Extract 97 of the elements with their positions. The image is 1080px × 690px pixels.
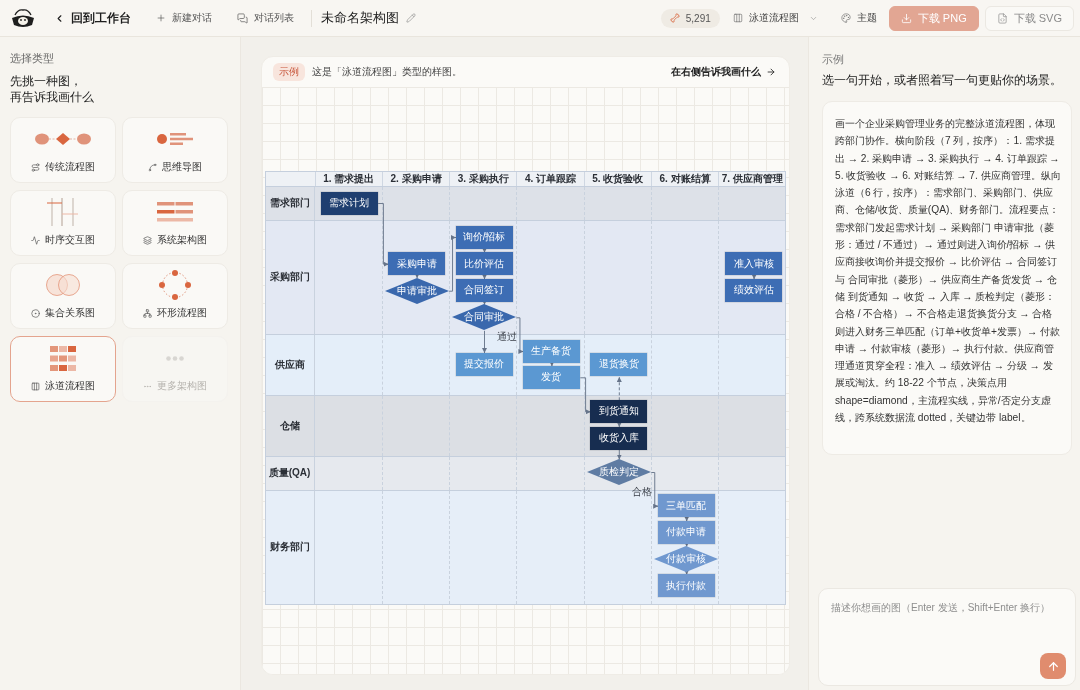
code-file-icon [996, 12, 1008, 24]
lane-label: 采购部门 [265, 220, 315, 334]
column-header: 5. 收货验收 [583, 171, 651, 186]
section-heading: 选择类型 [10, 52, 55, 66]
decision-node: 付款审核 [654, 546, 719, 573]
diagram-type-card[interactable]: 环形流程图 [122, 263, 228, 329]
column-header: 2. 采购申请 [381, 171, 450, 186]
columns-icon [732, 13, 743, 23]
connector-arrow [481, 273, 487, 280]
process-node: 三单匹配 [657, 494, 715, 518]
send-button[interactable] [1040, 653, 1066, 679]
pencil-icon[interactable] [406, 13, 416, 23]
sequence-icon [47, 198, 79, 226]
connector-arrow [616, 421, 622, 427]
example-prompt-card[interactable]: 画一个企业采购管理业务的完整泳道流程图，体现跨部门协作。横向阶段（7 列，按序）：1. 需求提出 → 2. 采购申请 → 3. 采购执行 → 4. 订单跟踪 → 5. 收货验收 → 6. 对账结算 → 7. 供应商管理。纵向泳道（6 行，按序）：需求部门、采购部门、供应商、仓储/收货、质量(QA)、财务部门。流程要点：需求部门发起需求计划 → 采购部门 申请审批（菱形：通过 / 不通过）→ 通过则进入询价/招标 → 供应商接收询价并提交报价 → 比价评估 → 合同签订与 合同审批（菱形）→ 供应商生产备货发货 → 仓储 到货通知 → 收货 → 入库 → 质检判定（菱形：合格 / 不合格）→ 不合格走退货换货分支 → 合格则进入财务三单匹配（订单+收货单+发票）→ 付款申请 → 付款审核（菱形）→ 执行付款。供应商管理通道贯穿全程：准入 → 绩效评估 → 分级 → 发展或淘汰。约 18-22 个节点，决策点用 shape=diamond，主流程实线，异常/否定分支虚线，跨系统数据流 dotted，关键边带 label。 [822, 101, 1072, 456]
process-node: 比价评估 [455, 252, 513, 276]
ring-dots-icon [159, 270, 191, 300]
decision-node: 合同审批 [452, 304, 517, 331]
connector-arrow [751, 273, 757, 280]
process-node: 采购申请 [388, 252, 446, 276]
section-subheading: 选一句开始，或者照着写一句更贴你的场景。 [822, 73, 1063, 88]
theme-button[interactable]: 主题 [840, 8, 877, 28]
decision-node: 申请审批 [384, 277, 449, 304]
venn-icon [46, 274, 80, 296]
logo-icon[interactable] [10, 7, 36, 29]
column-header: 1. 需求提出 [314, 171, 382, 186]
connector-arrow [616, 449, 622, 460]
process-node: 退货换货 [590, 352, 648, 376]
connector-arrow [377, 202, 389, 267]
circle-dot-icon [31, 309, 40, 318]
diagram-type-card[interactable]: 传统流程图 [10, 117, 116, 183]
credits-count: 5,291 [685, 12, 711, 24]
route-icon [31, 163, 40, 172]
connector-arrow [481, 329, 487, 353]
connector-arrow [481, 299, 487, 305]
back-button[interactable]: 回到工作台 [54, 7, 131, 29]
lane-label: 仓储 [265, 395, 315, 456]
flowchart-icon [35, 133, 91, 145]
lane-label: 供应商 [265, 334, 315, 395]
lane-label: 质量(QA) [265, 456, 315, 490]
column-header: 6. 对账结算 [650, 171, 719, 186]
lane-label: 需求部门 [265, 186, 315, 220]
edge-label: 通过 [496, 330, 517, 343]
connector-arrow [448, 234, 457, 292]
decision-node: 质检判定 [586, 459, 651, 485]
column-header: 4. 订单跟踪 [516, 171, 584, 186]
columns-icon [31, 382, 40, 391]
grid-icon [50, 345, 76, 371]
sidebar-prompt: 先挑一种图， 再告诉我画什么 [10, 73, 95, 105]
palette-icon [840, 13, 851, 23]
dots-icon [166, 355, 184, 361]
process-node: 执行付款 [657, 574, 715, 598]
layers-icon [143, 236, 152, 245]
connector-arrow [579, 376, 591, 414]
connector-arrow [481, 247, 487, 253]
mind-map-icon [157, 133, 193, 145]
chat-list-button[interactable]: 对话列表 [237, 8, 294, 28]
connector-arrow [683, 541, 689, 547]
bone-icon [669, 13, 680, 23]
tell-me-link[interactable]: 在右侧告诉我画什么 [671, 63, 776, 81]
connector-arrow [650, 471, 659, 509]
process-node: 准入审核 [725, 252, 783, 276]
diagram-type-card[interactable]: 时序交互图 [10, 190, 116, 256]
new-chat-button[interactable]: 新建对话 [156, 8, 212, 28]
column-header: 7. 供应商管理 [718, 171, 786, 186]
diagram-type-card[interactable]: 集合关系图 [10, 263, 116, 329]
diagram-type-card[interactable]: 思维导图 [122, 117, 228, 183]
ellipsis-icon [143, 382, 152, 391]
connector-arrow [549, 360, 554, 367]
pulse-icon [31, 236, 40, 245]
diagram-type-dropdown[interactable]: 泳道流程图 [732, 8, 818, 28]
document-title[interactable]: 未命名架构图 [321, 9, 399, 27]
connector-arrow [683, 569, 689, 575]
lane-label: 财务部门 [265, 490, 315, 604]
canvas-caption: 这是「泳道流程图」类型的样图。 [312, 65, 462, 79]
diagram-type-card[interactable]: 系统架构图 [122, 190, 228, 256]
chat-bubbles-icon [237, 12, 248, 24]
process-node: 收货入库 [590, 426, 648, 450]
column-header: 3. 采购执行 [449, 171, 517, 186]
arrow-right-icon [766, 67, 776, 77]
section-heading: 示例 [822, 53, 845, 67]
connector-arrow [515, 316, 524, 354]
diagram-type-card[interactable]: 泳道流程图 [10, 336, 116, 402]
curve-icon [148, 163, 157, 172]
connector-arrow [414, 272, 420, 279]
process-node: 到货通知 [590, 399, 648, 423]
arrow-up-icon [1046, 659, 1060, 673]
prompt-input[interactable]: 描述你想画的图（Enter 发送，Shift+Enter 换行） [818, 588, 1076, 686]
network-icon [143, 309, 152, 318]
example-tag: 示例 [273, 63, 305, 81]
download-icon [900, 12, 912, 24]
dashed-connector-arrow [616, 376, 622, 401]
stacked-bars-icon [157, 202, 193, 222]
process-node: 绩效评估 [725, 278, 783, 302]
edge-label: 合格 [631, 485, 652, 498]
plus-icon [156, 13, 166, 23]
connector-arrow [683, 515, 689, 522]
